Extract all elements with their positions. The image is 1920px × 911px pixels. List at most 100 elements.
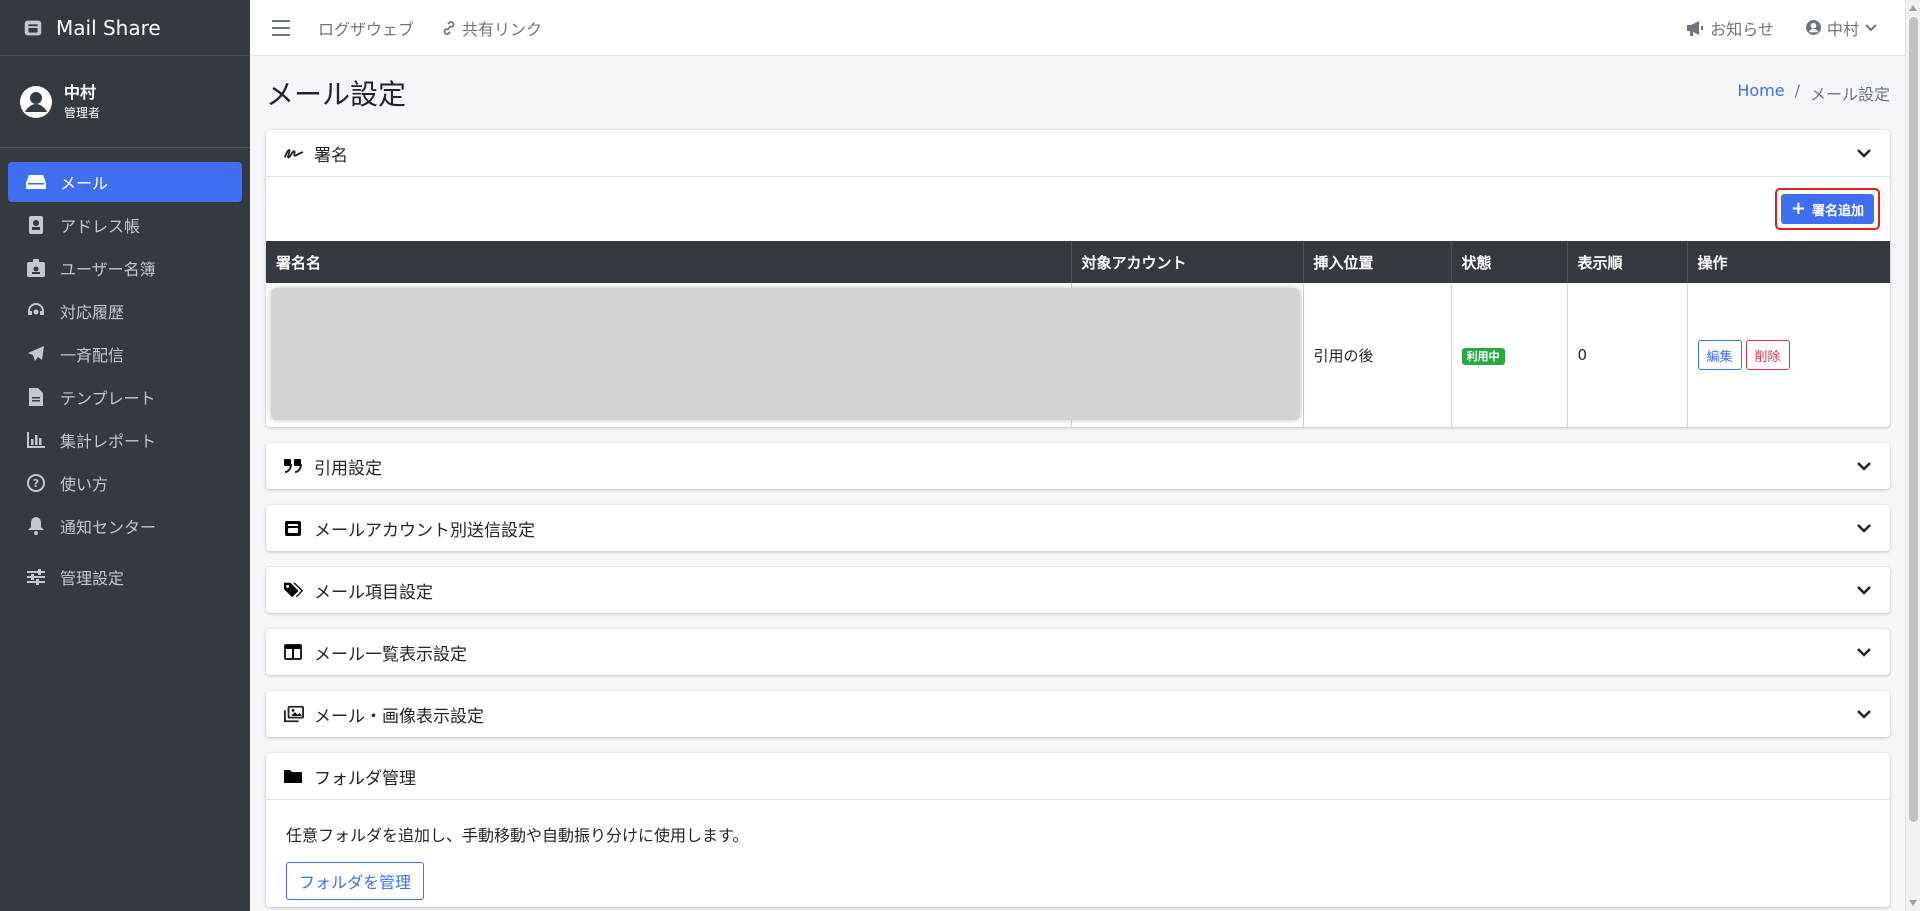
signature-card-header[interactable]: 署名 <box>266 130 1890 176</box>
col-signature-name[interactable]: 署名名 <box>266 241 1072 283</box>
folder-management-header: フォルダ管理 <box>266 753 1890 799</box>
chevron-down-icon <box>1857 462 1871 471</box>
top-navbar: ログザウェブ 共有リンク お知らせ 中村 <box>250 0 1905 56</box>
main-content: メール設定 Home / メール設定 署名 + 署名追加 署名名 対象アカウント… <box>266 56 1890 911</box>
signature-table: 署名名 対象アカウント 挿入位置 状態 表示順 操作 引用の後 利用中 0 編集… <box>266 241 1890 427</box>
sidebar-item-label: 対応履歴 <box>60 303 125 322</box>
id-badge-icon <box>26 259 46 277</box>
col-insert-position[interactable]: 挿入位置 <box>1303 241 1452 283</box>
sidebar-item-label: 管理設定 <box>60 569 125 588</box>
nav-gap <box>8 549 242 557</box>
chevron-down-icon <box>1857 586 1871 595</box>
sidebar-item-admin-settings[interactable]: 管理設定 <box>8 557 242 597</box>
chevron-down-icon <box>1857 524 1871 533</box>
col-target-account[interactable]: 対象アカウント <box>1071 241 1304 283</box>
col-display-order[interactable]: 表示順 <box>1567 241 1688 283</box>
mail-field-settings-title: メール項目設定 <box>314 582 433 603</box>
col-status[interactable]: 状態 <box>1451 241 1568 283</box>
sidebar-item-label: アドレス帳 <box>60 217 141 236</box>
paper-plane-icon <box>26 345 46 363</box>
plus-icon: + <box>1790 198 1806 219</box>
bell-icon <box>26 517 46 535</box>
display-order-cell: 0 <box>1567 283 1688 427</box>
sidebar-item-label: 集計レポート <box>60 432 157 451</box>
col-actions[interactable]: 操作 <box>1687 241 1890 283</box>
redacted-area <box>271 288 1300 420</box>
sidebar-item-label: テンプレート <box>60 389 156 408</box>
topbar-link-label: 共有リンク <box>462 19 543 39</box>
add-signature-label: 署名追加 <box>1811 203 1864 219</box>
scrollbar-thumb[interactable] <box>1909 17 1918 822</box>
account-send-settings-title: メールアカウント別送信設定 <box>314 520 535 541</box>
notice-label: お知らせ <box>1710 19 1774 39</box>
insert-position-cell: 引用の後 <box>1303 283 1452 427</box>
user-menu-label: 中村 <box>1826 19 1859 39</box>
folder-management-card: フォルダ管理 任意フォルダを追加し、手動移動や自動振り分けに使用します。 フォル… <box>266 753 1890 907</box>
chevron-down-icon <box>1857 149 1871 158</box>
link-icon <box>443 20 455 35</box>
brand[interactable]: Mail Share <box>0 0 250 56</box>
topbar-link-shared-link[interactable]: 共有リンク <box>442 16 542 40</box>
mail-list-display-title: メール一覧表示設定 <box>314 644 467 665</box>
hamburger-menu-icon[interactable] <box>272 19 290 36</box>
page-title: メール設定 <box>266 78 407 111</box>
add-signature-button[interactable]: + 署名追加 <box>1780 194 1874 224</box>
page-scrollbar[interactable] <box>1905 0 1920 911</box>
account-send-settings-header[interactable]: メールアカウント別送信設定 <box>266 505 1890 551</box>
chevron-down-icon <box>1865 23 1877 31</box>
breadcrumb-home[interactable]: Home <box>1737 81 1784 105</box>
sidebar: Mail Share 中村 管理者 メール アドレス帳 ユーザー名簿 対応履歴 … <box>0 0 250 911</box>
sidebar-item-history[interactable]: 対応履歴 <box>8 291 242 331</box>
folder-icon <box>284 767 304 785</box>
account-send-settings-card: メールアカウント別送信設定 <box>266 505 1890 551</box>
topbar-link-logthe-web[interactable]: ログザウェブ <box>318 16 414 40</box>
folder-description: 任意フォルダを追加し、手動移動や自動振り分けに使用します。 <box>286 826 749 845</box>
scroll-down-arrow[interactable] <box>1909 900 1917 906</box>
sidebar-item-user-directory[interactable]: ユーザー名簿 <box>8 248 242 288</box>
user-panel[interactable]: 中村 管理者 <box>0 56 250 148</box>
file-icon <box>26 388 46 406</box>
table-row[interactable]: 引用の後 利用中 0 編集 削除 <box>266 283 1890 427</box>
quote-settings-title: 引用設定 <box>314 458 382 479</box>
mail-list-display-header[interactable]: メール一覧表示設定 <box>266 629 1890 675</box>
breadcrumb: Home / メール設定 <box>1737 81 1890 105</box>
scroll-up-arrow[interactable] <box>1909 5 1917 11</box>
manage-folders-button[interactable]: フォルダを管理 <box>286 862 425 900</box>
sidebar-item-notification-center[interactable]: 通知センター <box>8 506 242 546</box>
folder-management-title: フォルダ管理 <box>314 768 416 789</box>
status-badge: 利用中 <box>1461 348 1505 365</box>
quote-icon <box>284 457 304 475</box>
sidebar-item-report[interactable]: 集計レポート <box>8 420 242 460</box>
quote-settings-header[interactable]: 引用設定 <box>266 443 1890 489</box>
actions-cell: 編集 削除 <box>1687 283 1890 427</box>
address-book-icon <box>26 216 46 234</box>
user-menu[interactable]: 中村 <box>1805 16 1883 40</box>
page-header: メール設定 Home / メール設定 <box>266 56 1890 130</box>
breadcrumb-current: メール設定 <box>1809 85 1890 104</box>
table-header-row: 署名名 対象アカウント 挿入位置 状態 表示順 操作 <box>266 241 1890 283</box>
mail-image-display-header[interactable]: メール・画像表示設定 <box>266 691 1890 737</box>
edit-button[interactable]: 編集 <box>1697 340 1742 370</box>
signature-icon <box>284 144 304 162</box>
sidebar-item-broadcast[interactable]: 一斉配信 <box>8 334 242 374</box>
sidebar-item-label: 一斉配信 <box>60 346 125 365</box>
signature-card-body: + 署名追加 署名名 対象アカウント 挿入位置 状態 表示順 操作 引用の後 利… <box>266 176 1890 427</box>
notice-link[interactable]: お知らせ <box>1686 16 1774 40</box>
folder-management-body: 任意フォルダを追加し、手動移動や自動振り分けに使用します。 フォルダを管理 <box>266 799 1890 907</box>
sidebar-item-howto[interactable]: ? 使い方 <box>8 463 242 503</box>
tags-icon <box>284 581 304 599</box>
sidebar-nav: メール アドレス帳 ユーザー名簿 対応履歴 一斉配信 テンプレート 集計レポート… <box>0 148 250 597</box>
sidebar-item-label: メール <box>60 174 109 193</box>
columns-icon <box>284 643 304 661</box>
sidebar-item-template[interactable]: テンプレート <box>8 377 242 417</box>
chevron-down-icon <box>1857 648 1871 657</box>
mail-field-settings-header[interactable]: メール項目設定 <box>266 567 1890 613</box>
sidebar-item-mail[interactable]: メール <box>8 162 242 202</box>
sidebar-item-address-book[interactable]: アドレス帳 <box>8 205 242 245</box>
signature-card-title: 署名 <box>314 145 348 166</box>
chevron-down-icon <box>1857 710 1871 719</box>
chart-icon <box>26 431 46 449</box>
headset-icon <box>26 302 46 320</box>
delete-button[interactable]: 削除 <box>1745 340 1790 370</box>
breadcrumb-separator: / <box>1794 81 1800 100</box>
